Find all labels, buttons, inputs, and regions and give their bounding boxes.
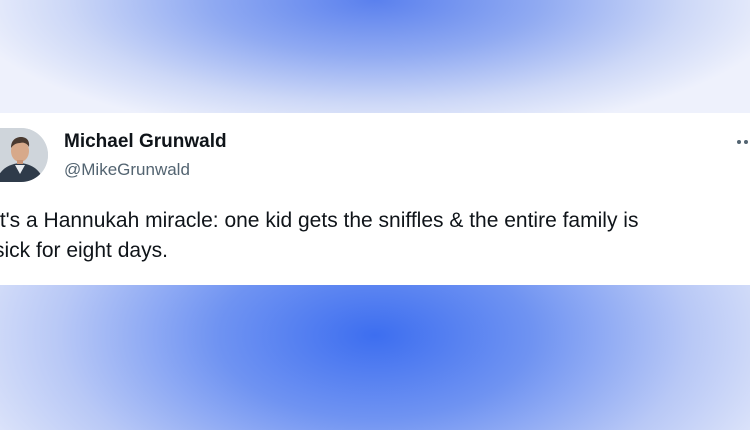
tweet-text-line: sick for eight days. — [0, 239, 168, 262]
author-handle[interactable]: @MikeGrunwald — [64, 160, 190, 180]
more-options-icon[interactable] — [735, 135, 750, 147]
author-name[interactable]: Michael Grunwald — [64, 131, 227, 153]
tweet-text-line: It's a Hannukah miracle: one kid gets th… — [0, 209, 639, 232]
tweet-text: It's a Hannukah miracle: one kid gets th… — [0, 206, 734, 266]
avatar[interactable] — [0, 128, 48, 182]
tweet-card[interactable]: Michael Grunwald @MikeGrunwald It's a Ha… — [0, 113, 750, 285]
profile-photo-icon — [0, 128, 48, 182]
background-top-gradient — [0, 0, 750, 115]
